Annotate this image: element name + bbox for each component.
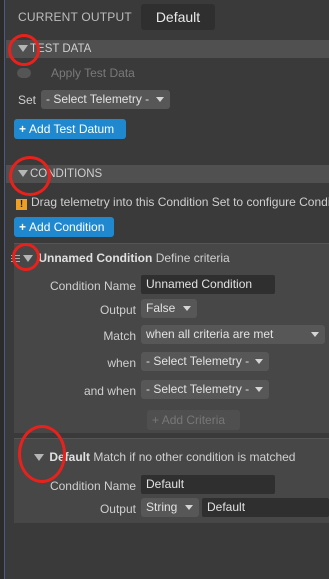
output-select-value: False bbox=[146, 301, 176, 315]
unnamed-condition-desc: Define criteria bbox=[155, 251, 230, 265]
apply-test-data-label: Apply Test Data bbox=[51, 66, 135, 80]
add-test-datum-label: Add Test Datum bbox=[29, 122, 115, 136]
add-condition-label: Add Condition bbox=[29, 220, 105, 234]
when-telemetry-select[interactable]: - Select Telemetry - bbox=[141, 352, 269, 371]
annotation-circle-conditions bbox=[9, 156, 51, 196]
apply-test-data-toggle[interactable] bbox=[17, 68, 31, 78]
add-condition-button[interactable]: + Add Condition bbox=[14, 217, 114, 237]
caret-down-icon bbox=[183, 306, 191, 311]
condition-name-label: Condition Name bbox=[49, 279, 136, 293]
caret-down-icon bbox=[185, 505, 193, 510]
current-output-label: CURRENT OUTPUT bbox=[18, 10, 132, 24]
default-output-value-input[interactable]: Default bbox=[202, 498, 329, 517]
plus-icon: + bbox=[152, 413, 160, 427]
add-criteria-label: Add Criteria bbox=[161, 413, 226, 427]
current-output-value: Default bbox=[141, 4, 215, 30]
and-when-telemetry-select-value: - Select Telemetry - bbox=[146, 382, 250, 396]
set-label: Set bbox=[18, 93, 37, 107]
default-condition-name-input[interactable]: Default bbox=[141, 475, 275, 494]
test-telemetry-select[interactable]: - Select Telemetry - bbox=[41, 90, 170, 109]
when-label: when bbox=[107, 356, 136, 370]
match-select-value: when all criteria are met bbox=[146, 327, 274, 341]
default-output-label: Output bbox=[99, 502, 136, 516]
condition-set-panel: CURRENT OUTPUT Default TEST DATA Apply T… bbox=[6, 0, 329, 579]
output-label: Output bbox=[99, 303, 136, 317]
caret-down-icon bbox=[311, 332, 319, 337]
default-condition-desc: Match if no other condition is matched bbox=[93, 450, 296, 464]
caret-down-icon bbox=[255, 359, 263, 364]
test-telemetry-select-value: - Select Telemetry - bbox=[46, 92, 150, 106]
add-test-datum-button[interactable]: + Add Test Datum bbox=[14, 119, 126, 139]
plus-icon: + bbox=[19, 220, 27, 234]
and-when-telemetry-select[interactable]: - Select Telemetry - bbox=[141, 380, 269, 399]
unnamed-condition-title: Unnamed Condition bbox=[38, 251, 153, 265]
output-select[interactable]: False bbox=[141, 299, 197, 318]
condition-name-input[interactable]: Unnamed Condition bbox=[141, 275, 275, 294]
match-select[interactable]: when all criteria are met bbox=[141, 325, 325, 344]
default-condition-name-label: Condition Name bbox=[49, 479, 136, 493]
annotation-circle-grip bbox=[12, 243, 40, 271]
current-output: CURRENT OUTPUT Default bbox=[6, 4, 329, 30]
warning-icon: ! bbox=[16, 199, 27, 210]
conditions-header[interactable]: CONDITIONS bbox=[6, 165, 329, 183]
drag-telemetry-warning: ! Drag telemetry into this Condition Set … bbox=[16, 195, 329, 210]
default-output-type-value: String bbox=[146, 500, 178, 514]
add-criteria-button[interactable]: + Add Criteria bbox=[147, 410, 240, 430]
test-data-header[interactable]: TEST DATA bbox=[6, 40, 329, 58]
annotation-circle-test-data bbox=[8, 34, 40, 66]
and-when-label: and when bbox=[83, 384, 136, 398]
left-edge-border bbox=[0, 0, 5, 579]
caret-down-icon bbox=[156, 97, 164, 102]
when-telemetry-select-value: - Select Telemetry - bbox=[146, 354, 250, 368]
annotation-circle-default bbox=[18, 425, 66, 483]
plus-icon: + bbox=[19, 122, 27, 136]
default-output-type-select[interactable]: String bbox=[141, 498, 199, 517]
warning-text: Drag telemetry into this Condition Set t… bbox=[31, 195, 329, 209]
match-label: Match bbox=[103, 329, 136, 343]
caret-down-icon bbox=[255, 387, 263, 392]
